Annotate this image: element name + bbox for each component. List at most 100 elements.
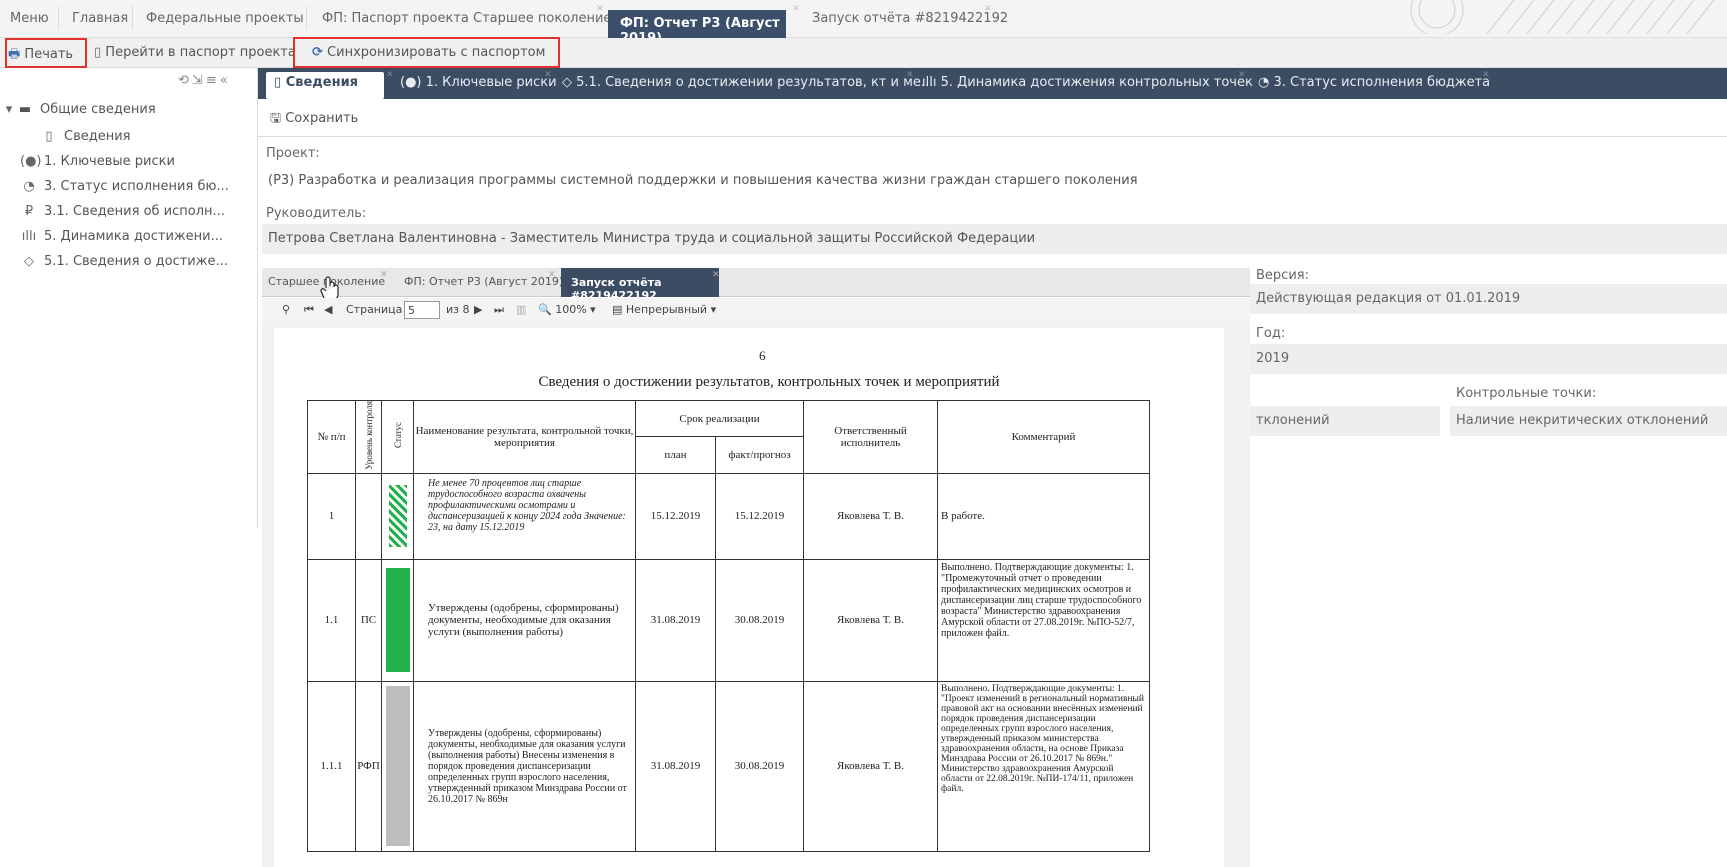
binoculars-icon[interactable]: ⚲ <box>282 303 290 316</box>
close-icon[interactable]: ✕ <box>1482 70 1490 80</box>
close-icon[interactable]: ✕ <box>380 270 388 280</box>
row-plan: 31.08.2019 <box>635 680 716 852</box>
chevron-down-icon: ▾ <box>590 303 596 316</box>
report-viewer[interactable]: 6 Сведения о достижении результатов, кон… <box>262 322 1250 867</box>
row-responsible: Яковлева Т. В. <box>803 472 938 560</box>
nav-home[interactable]: Главная <box>72 11 128 26</box>
year-field[interactable]: 2019 <box>1250 344 1727 374</box>
row-level: РФП <box>355 680 382 852</box>
row-fact: 15.12.2019 <box>715 472 804 560</box>
tab-risks[interactable]: (●) 1. Ключевые риски <box>400 75 557 90</box>
tab-details[interactable]: ▯ Сведения <box>274 75 358 90</box>
tree-item-results[interactable]: ◇ 5.1. Сведения о достиже... <box>20 254 228 269</box>
page-view-icon: ▤ <box>612 303 623 316</box>
row-num: 1.1 <box>307 558 356 682</box>
deviations-field[interactable]: тклонений <box>1250 406 1440 436</box>
bars-icon: ıllı <box>21 229 37 244</box>
row-comment: Выполнено. Подтверждающие документы: 1. … <box>937 558 1150 682</box>
tab-budget[interactable]: ◔ 3. Статус исполнения бюджета <box>1258 75 1490 90</box>
row-fact: 30.08.2019 <box>715 558 804 682</box>
watermark-emblem-icon <box>1410 0 1715 34</box>
project-field[interactable]: (Р3) Разработка и реализация программы с… <box>262 166 1727 196</box>
tab-dynamics[interactable]: ıllı 5. Динамика достижения контрольных … <box>922 75 1253 90</box>
close-icon[interactable]: ✕ <box>984 4 992 14</box>
top-navigation: Меню Главная Федеральные проекты ФП: Пас… <box>0 0 1727 46</box>
document-icon: ▯ <box>274 75 282 90</box>
first-page-icon[interactable]: ⏮ <box>304 303 314 317</box>
row-name: Утверждены (одобрены, сформированы) доку… <box>413 680 636 852</box>
close-icon[interactable]: ✕ <box>386 70 394 80</box>
row-comment: В работе. <box>937 472 1150 560</box>
year-label: Год: <box>1256 326 1286 341</box>
header-level: Уровень контроля <box>355 400 382 474</box>
floppy-icon: 🖫 <box>270 111 282 126</box>
view-mode-dropdown[interactable]: ▤ Непрерывный ▾ <box>612 303 716 316</box>
refresh-icon[interactable]: ⟲ <box>178 73 192 88</box>
header-status: Статус <box>381 400 414 474</box>
tree-item-execution[interactable]: ₽3.1. Сведения об исполн... <box>20 204 225 219</box>
save-button[interactable]: 🖫 Сохранить <box>270 109 358 131</box>
prev-page-icon[interactable]: ◀ <box>324 303 332 316</box>
page-number: 6 <box>759 348 766 363</box>
page-label: Страница <box>346 303 403 316</box>
close-icon[interactable]: ✕ <box>1238 70 1246 80</box>
row-status <box>381 472 414 560</box>
nav-launch-tab[interactable]: Запуск отчёта #8219422192 <box>812 11 1008 26</box>
close-icon[interactable]: ✕ <box>544 70 552 80</box>
collapse-panel-icon[interactable]: « <box>220 73 231 88</box>
list-icon[interactable]: ≡ <box>206 73 220 88</box>
close-icon[interactable]: ✕ <box>792 4 800 14</box>
document-icon: ▯ <box>45 129 53 144</box>
close-icon[interactable]: ✕ <box>712 270 720 280</box>
tab-report-r3[interactable]: ФП: Отчет Р3 (Август 2019) <box>404 275 563 288</box>
tree-item-budget[interactable]: ◔ 3. Статус исполнения бю... <box>20 179 228 194</box>
goto-passport-button[interactable]: ▯ Перейти в паспорт проекта <box>94 45 296 60</box>
tree-item-risks[interactable]: (●) 1. Ключевые риски <box>20 154 175 169</box>
zoom-icon: 🔍 <box>538 303 552 316</box>
tab-results[interactable]: ◇ 5.1. Сведения о достижении результатов… <box>562 75 933 90</box>
row-level: ПС <box>355 558 382 682</box>
close-icon[interactable]: ✕ <box>906 70 914 80</box>
chevron-down-icon: ▾ <box>710 303 717 316</box>
close-icon[interactable]: ✕ <box>596 4 604 14</box>
row-comment: Выполнено. Подтверждающие документы: 1. … <box>937 680 1150 852</box>
page-number-input[interactable]: 5 <box>404 301 440 319</box>
table-row: 1.1 ПС Утверждены (одобрены, сформирован… <box>307 558 1150 682</box>
row-level <box>355 472 382 560</box>
next-page-icon[interactable]: ▶ <box>474 303 482 316</box>
document-icon: ▯ <box>94 45 102 60</box>
header-plan: план <box>635 436 716 474</box>
version-field[interactable]: Действующая редакция от 01.01.2019 <box>1250 284 1727 314</box>
row-num: 1 <box>307 472 356 560</box>
nav-active-report-tab[interactable]: ФП: Отчет Р3 (Август 2019) <box>608 10 786 46</box>
tree-item-details[interactable]: ▯ Сведения <box>40 129 130 144</box>
zoom-dropdown[interactable]: 🔍 100% ▾ <box>538 303 596 316</box>
manager-field[interactable]: Петрова Светлана Валентиновна - Заместит… <box>262 224 1727 254</box>
close-icon[interactable]: ✕ <box>548 270 556 280</box>
control-points-field[interactable]: Наличие некритических отклонений <box>1450 406 1727 436</box>
last-page-icon[interactable]: ⏭ <box>494 303 504 317</box>
section-tabs: ▯ Сведения ✕ (●) 1. Ключевые риски ✕ ◇ 5… <box>258 68 1727 99</box>
row-status <box>381 558 414 682</box>
tree-tools: ⟲⇲≡« <box>178 73 231 88</box>
risk-icon: (●) <box>400 75 422 90</box>
nav-passport-tab[interactable]: ФП: Паспорт проекта Старшее поколение <box>322 11 611 26</box>
tab-report-launch-active[interactable]: Запуск отчёта #8219422192 <box>561 268 719 302</box>
tree-item-dynamics[interactable]: ıllı 5. Динамика достижени... <box>20 229 223 244</box>
nav-federal-projects[interactable]: Федеральные проекты <box>146 11 304 26</box>
row-responsible: Яковлева Т. В. <box>803 558 938 682</box>
tree-root-general[interactable]: ▾ ▬ Общие сведения <box>4 102 156 117</box>
status-in-progress-icon <box>388 485 407 548</box>
folder-icon: ▬ <box>18 102 32 117</box>
nav-menu[interactable]: Меню <box>10 11 49 26</box>
caret-down-icon[interactable]: ▾ <box>4 102 14 117</box>
table-row: 1.1.1 РФП Утверждены (одобрены, сформиро… <box>307 680 1150 852</box>
header-fact: факт/прогноз <box>715 436 804 474</box>
shield-check-icon: ◇ <box>24 254 34 269</box>
action-toolbar: 🖶 Печать ▯ Перейти в паспорт проекта ⟳ С… <box>0 38 1727 68</box>
print-highlight-box <box>5 38 87 68</box>
expand-icon[interactable]: ⇲ <box>192 73 206 88</box>
results-table: № п/п Уровень контроля Статус Наименован… <box>307 399 1150 852</box>
row-status <box>381 680 414 852</box>
row-fact: 30.08.2019 <box>715 680 804 852</box>
